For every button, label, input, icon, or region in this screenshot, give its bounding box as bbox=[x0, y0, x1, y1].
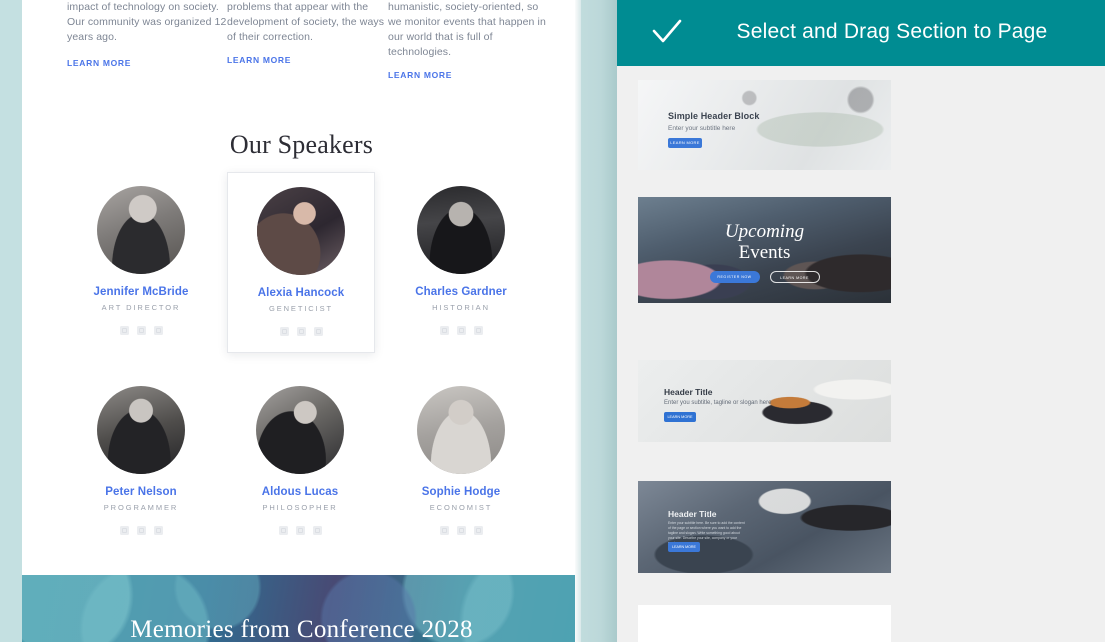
our-speakers-heading: Our Speakers bbox=[229, 130, 374, 159]
speaker-name: Jennifer McBride bbox=[93, 286, 189, 298]
speaker-role: ECONOMIST bbox=[429, 503, 493, 512]
speaker-name: Peter Nelson bbox=[105, 486, 177, 498]
intro-paragraph: problems that appear with the developmen… bbox=[227, 1, 385, 43]
speaker-card[interactable]: Aldous Lucas PHILOSOPHER bbox=[227, 372, 373, 550]
intro-column: humanistic, society-oriented, so we moni… bbox=[388, 0, 551, 83]
avatar bbox=[97, 386, 185, 474]
twitter-icon[interactable] bbox=[153, 526, 163, 535]
speaker-card[interactable]: Peter Nelson PROGRAMMER bbox=[68, 372, 214, 550]
twitter-icon[interactable] bbox=[153, 326, 163, 335]
memories-banner: Memories from Conference 2028 bbox=[22, 575, 581, 642]
thumbnail-buttons: REGISTER NOW LEARN MORE bbox=[638, 271, 891, 283]
twitter-icon[interactable] bbox=[473, 326, 483, 335]
instagram-icon[interactable] bbox=[278, 526, 288, 535]
thumbnail-title: Upcoming Events bbox=[638, 221, 891, 263]
facebook-icon[interactable] bbox=[456, 326, 466, 335]
learn-more-link[interactable]: LEARN MORE bbox=[227, 55, 291, 65]
social-links[interactable] bbox=[228, 327, 374, 336]
memories-banner-title: Memories from Conference 2028 bbox=[130, 616, 473, 642]
social-links[interactable] bbox=[68, 326, 214, 335]
social-links[interactable] bbox=[227, 526, 373, 535]
thumbnail-enter-header-title[interactable]: Enter Header Title Here bbox=[638, 605, 891, 642]
thumbnail-image bbox=[638, 605, 891, 642]
thumbnail-simple-header-block[interactable]: Simple Header Block Enter your subtitle … bbox=[638, 80, 891, 170]
speaker-name: Aldous Lucas bbox=[261, 486, 339, 498]
speaker-card[interactable]: Sophie Hodge ECONOMIST bbox=[388, 372, 534, 550]
thumbnail-list[interactable]: Simple Header Block Enter your subtitle … bbox=[617, 66, 920, 642]
instagram-icon[interactable] bbox=[119, 526, 129, 535]
avatar bbox=[97, 186, 185, 274]
website-preview-canvas[interactable]: impact of technology on society. Our com… bbox=[22, 0, 581, 642]
register-now-button[interactable]: REGISTER NOW bbox=[709, 271, 760, 283]
check-icon[interactable] bbox=[650, 18, 684, 48]
dialog-header: Select and Drag Section to Page bbox=[617, 0, 1105, 66]
avatar bbox=[257, 187, 345, 275]
thumbnail-title-line2: Events bbox=[738, 242, 791, 263]
learn-more-link[interactable]: LEARN MORE bbox=[67, 58, 131, 68]
twitter-icon[interactable] bbox=[313, 327, 323, 336]
thumbnail-header-title-loft[interactable]: Header Title Enter your subtitle here. B… bbox=[638, 481, 891, 573]
facebook-icon[interactable] bbox=[295, 526, 305, 535]
thumbnail-subtitle: Enter your subtitle here bbox=[668, 125, 736, 132]
thumbnail-button[interactable]: LEARN MORE bbox=[668, 138, 702, 148]
speaker-role: GENETICIST bbox=[268, 304, 333, 313]
speaker-card-selected[interactable]: Alexia Hancock GENETICIST bbox=[227, 172, 375, 353]
avatar bbox=[256, 386, 344, 474]
screen: impact of technology on society. Our com… bbox=[0, 0, 1105, 642]
facebook-icon[interactable] bbox=[296, 327, 306, 336]
social-links[interactable] bbox=[388, 326, 534, 335]
thumbnail-title: Header Title bbox=[668, 509, 717, 519]
speaker-role: HISTORIAN bbox=[432, 303, 490, 312]
intro-paragraph: humanistic, society-oriented, so we moni… bbox=[388, 1, 546, 58]
speaker-name: Alexia Hancock bbox=[257, 287, 345, 299]
speaker-role: ART DIRECTOR bbox=[101, 303, 181, 312]
facebook-icon[interactable] bbox=[136, 526, 146, 535]
thumbnail-subtitle: Enter you subtitle, tagline or slogan he… bbox=[664, 400, 772, 406]
thumbnail-upcoming-events[interactable]: Upcoming Events REGISTER NOW LEARN MORE bbox=[638, 197, 891, 303]
intro-column: problems that appear with the developmen… bbox=[227, 0, 390, 68]
facebook-icon[interactable] bbox=[456, 526, 466, 535]
social-links[interactable] bbox=[68, 526, 214, 535]
speaker-role: PHILOSOPHER bbox=[262, 503, 338, 512]
speaker-card[interactable]: Charles Gardner HISTORIAN bbox=[388, 172, 534, 350]
thumbnail-button[interactable]: LEARN MORE bbox=[664, 412, 696, 422]
thumbnail-button[interactable]: LEARN MORE bbox=[668, 542, 700, 552]
thumbnail-title-line1: Upcoming bbox=[724, 221, 805, 242]
speaker-name: Charles Gardner bbox=[415, 286, 507, 298]
learn-more-button[interactable]: LEARN MORE bbox=[769, 271, 820, 283]
twitter-icon[interactable] bbox=[473, 526, 483, 535]
dialog-title: Select and Drag Section to Page bbox=[736, 20, 1048, 43]
intro-columns: impact of technology on society. Our com… bbox=[22, 0, 581, 80]
thumbnail-title: Header Title bbox=[664, 387, 713, 397]
twitter-icon[interactable] bbox=[312, 526, 322, 535]
instagram-icon[interactable] bbox=[439, 326, 449, 335]
instagram-icon[interactable] bbox=[439, 526, 449, 535]
intro-column: impact of technology on society. Our com… bbox=[67, 0, 230, 71]
thumbnail-title: Simple Header Block bbox=[668, 111, 760, 121]
instagram-icon[interactable] bbox=[119, 326, 129, 335]
intro-paragraph: impact of technology on society. Our com… bbox=[67, 1, 227, 43]
instagram-icon[interactable] bbox=[279, 327, 289, 336]
learn-more-link[interactable]: LEARN MORE bbox=[388, 70, 452, 80]
social-links[interactable] bbox=[388, 526, 534, 535]
canvas-panel-gap bbox=[581, 0, 617, 642]
avatar bbox=[417, 186, 505, 274]
section-picker-dialog: Select and Drag Section to Page Simple H… bbox=[617, 0, 1105, 642]
speaker-card[interactable]: Jennifer McBride ART DIRECTOR bbox=[68, 172, 214, 350]
avatar bbox=[417, 386, 505, 474]
speaker-role: PROGRAMMER bbox=[103, 503, 179, 512]
thumbnail-header-title-tagline[interactable]: Header Title Enter you subtitle, tagline… bbox=[638, 360, 891, 442]
speaker-name: Sophie Hodge bbox=[421, 486, 501, 498]
facebook-icon[interactable] bbox=[136, 326, 146, 335]
left-edge-strip bbox=[0, 0, 22, 642]
